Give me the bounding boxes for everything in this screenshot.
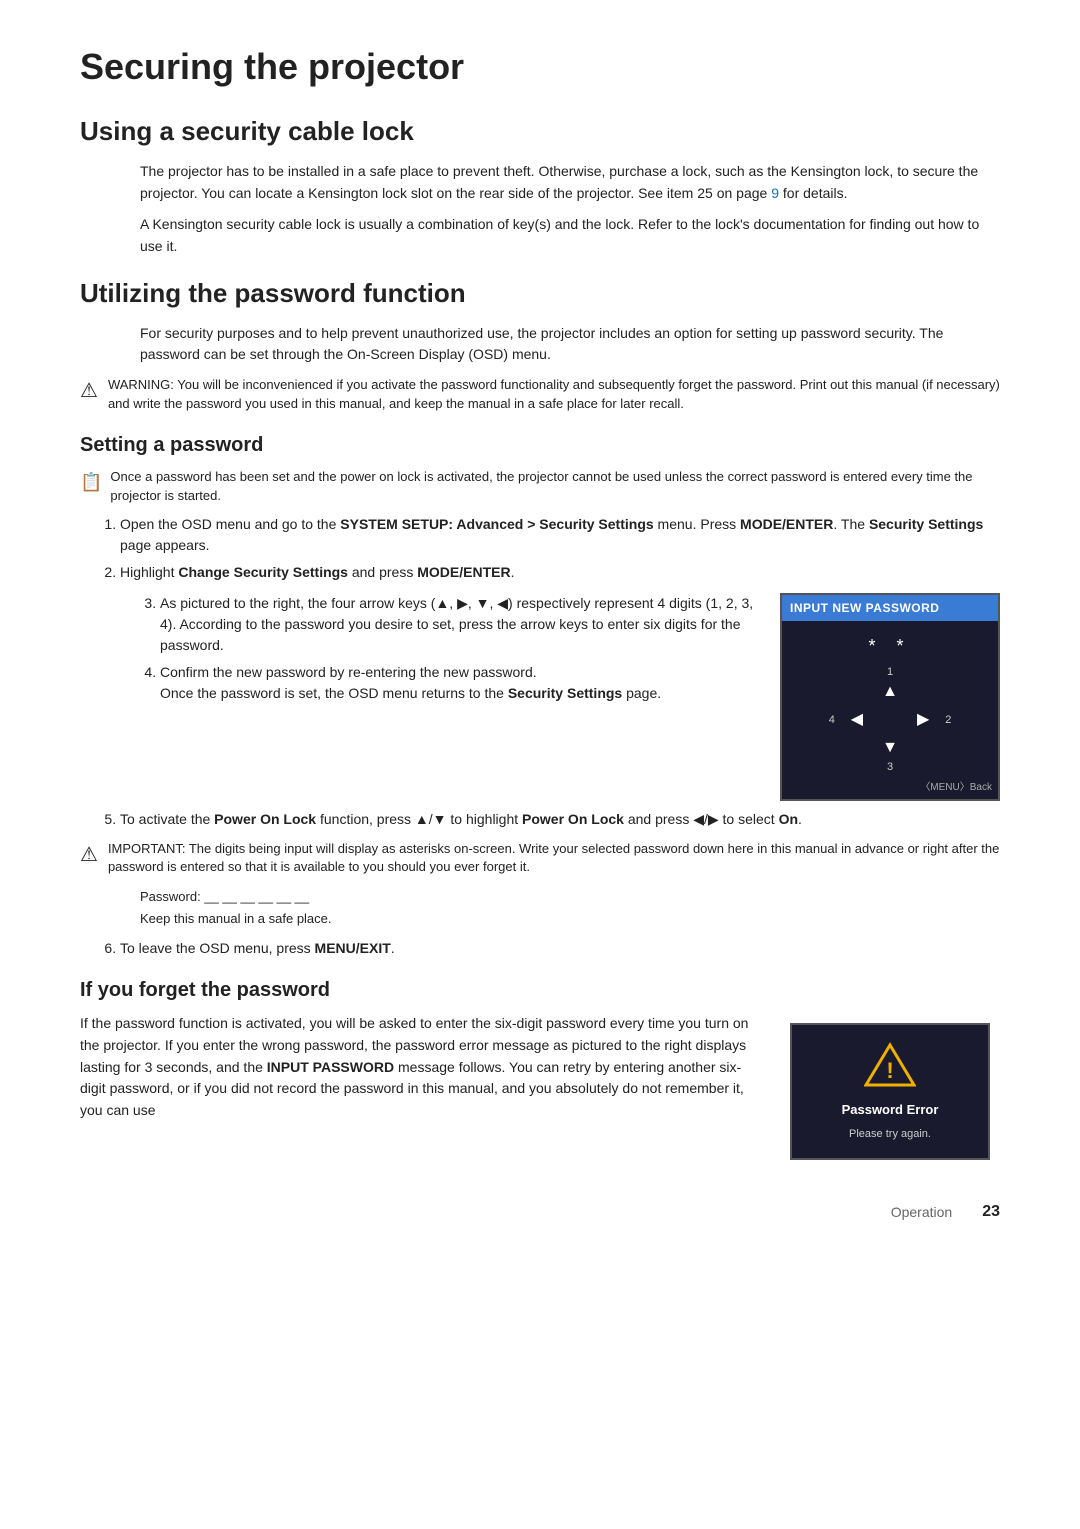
warning-block-password: ⚠ WARNING: You will be inconvenienced if… bbox=[80, 376, 1000, 414]
note-icon: 📋 bbox=[80, 469, 102, 495]
footer-page-number: 23 bbox=[982, 1200, 1000, 1224]
osd-arrow-row-mid: 4 ◀ ▶ 2 bbox=[851, 708, 930, 732]
osd-arrow-right: ▶ bbox=[917, 708, 929, 732]
svg-text:!: ! bbox=[886, 1058, 893, 1083]
step-6-list: To leave the OSD menu, press MENU/EXIT. bbox=[120, 938, 1000, 959]
important-warning-block: ⚠ IMPORTANT: The digits being input will… bbox=[80, 840, 1000, 878]
osd-title: INPUT NEW PASSWORD bbox=[782, 595, 998, 621]
heading-password-function: Utilizing the password function bbox=[80, 274, 1000, 313]
subsection-forget-password: If you forget the password If the passwo… bbox=[80, 975, 1000, 1160]
password-steps-list: Open the OSD menu and go to the SYSTEM S… bbox=[120, 514, 1000, 583]
password-error-title: Password Error bbox=[804, 1100, 976, 1120]
step-6: To leave the OSD menu, press MENU/EXIT. bbox=[120, 938, 1000, 959]
osd-num-left: 4 bbox=[829, 711, 835, 728]
password-error-subtitle: Please try again. bbox=[804, 1126, 976, 1143]
osd-arrow-left: ◀ bbox=[851, 708, 863, 732]
step-3: As pictured to the right, the four arrow… bbox=[160, 593, 756, 656]
osd-stars: * * bbox=[798, 633, 982, 660]
forget-password-content: If the password function is activated, y… bbox=[80, 1013, 1000, 1160]
password-error-triangle-container: ! bbox=[804, 1041, 976, 1092]
heading-forget-password: If you forget the password bbox=[80, 975, 1000, 1005]
password-line: Password: __ __ __ __ __ __ bbox=[140, 887, 1000, 907]
osd-num-right: 2 bbox=[945, 711, 951, 728]
keep-safe-text: Keep this manual in a safe place. bbox=[140, 909, 1000, 929]
password-function-para1: For security purposes and to help preven… bbox=[140, 323, 1000, 366]
osd-arrow-row-top: ▲ bbox=[882, 680, 898, 704]
forget-password-para: If the password function is activated, y… bbox=[80, 1013, 766, 1121]
step-2: Highlight Change Security Settings and p… bbox=[120, 562, 1000, 583]
step-4: Confirm the new password by re-entering … bbox=[160, 662, 756, 704]
osd-num-top: 1 bbox=[887, 664, 893, 681]
step-5: To activate the Power On Lock function, … bbox=[120, 809, 1000, 830]
heading-cable-lock: Using a security cable lock bbox=[80, 112, 1000, 151]
page-title: Securing the projector bbox=[80, 40, 1000, 94]
password-error-image: ! Password Error Please try again. bbox=[790, 1023, 1000, 1160]
steps-3-4-list: As pictured to the right, the four arrow… bbox=[160, 593, 756, 704]
cable-lock-para2: A Kensington security cable lock is usua… bbox=[140, 214, 1000, 257]
important-warning-icon: ⚠ bbox=[80, 841, 98, 870]
cable-lock-para1: The projector has to be installed in a s… bbox=[140, 161, 1000, 204]
subsection-setting-password: Setting a password 📋 Once a password has… bbox=[80, 430, 1000, 959]
page-footer: Operation 23 bbox=[80, 1200, 1000, 1224]
password-error-box: ! Password Error Please try again. bbox=[790, 1023, 990, 1160]
note-block-password: 📋 Once a password has been set and the p… bbox=[80, 468, 1000, 506]
warning-text: WARNING: You will be inconvenienced if y… bbox=[108, 376, 1000, 414]
osd-menu-hint: 〈MENU〉Back bbox=[782, 778, 998, 799]
osd-input-password: INPUT NEW PASSWORD * * 1 ▲ 4 ◀ ▶ 2 bbox=[780, 593, 1000, 801]
osd-new-password-box: INPUT NEW PASSWORD * * 1 ▲ 4 ◀ ▶ 2 bbox=[780, 593, 1000, 801]
footer-operation-label: Operation bbox=[891, 1202, 952, 1223]
osd-arrow-down: ▼ bbox=[882, 736, 898, 760]
warning-triangle-icon: ⚠ bbox=[80, 377, 98, 406]
forget-password-text: If the password function is activated, y… bbox=[80, 1013, 766, 1131]
section-cable-lock: Using a security cable lock The projecto… bbox=[80, 112, 1000, 258]
steps-3-4-text: As pictured to the right, the four arrow… bbox=[120, 593, 756, 714]
step-1: Open the OSD menu and go to the SYSTEM S… bbox=[120, 514, 1000, 556]
note-text: Once a password has been set and the pow… bbox=[110, 468, 1000, 506]
osd-num-bottom: 3 bbox=[887, 759, 893, 776]
heading-setting-password: Setting a password bbox=[80, 430, 1000, 460]
osd-arrow-up: ▲ bbox=[882, 680, 898, 704]
osd-arrow-row-bottom: ▼ bbox=[882, 736, 898, 760]
steps-3-4-with-image: As pictured to the right, the four arrow… bbox=[120, 593, 1000, 801]
important-warning-text: IMPORTANT: The digits being input will d… bbox=[108, 840, 1000, 878]
osd-arrow-pad: 1 ▲ 4 ◀ ▶ 2 ▼ bbox=[850, 680, 930, 760]
password-error-triangle-icon: ! bbox=[864, 1041, 916, 1087]
step-5-list: To activate the Power On Lock function, … bbox=[120, 809, 1000, 830]
section-password-function: Utilizing the password function For secu… bbox=[80, 274, 1000, 414]
osd-body: * * 1 ▲ 4 ◀ ▶ 2 bbox=[782, 621, 998, 778]
